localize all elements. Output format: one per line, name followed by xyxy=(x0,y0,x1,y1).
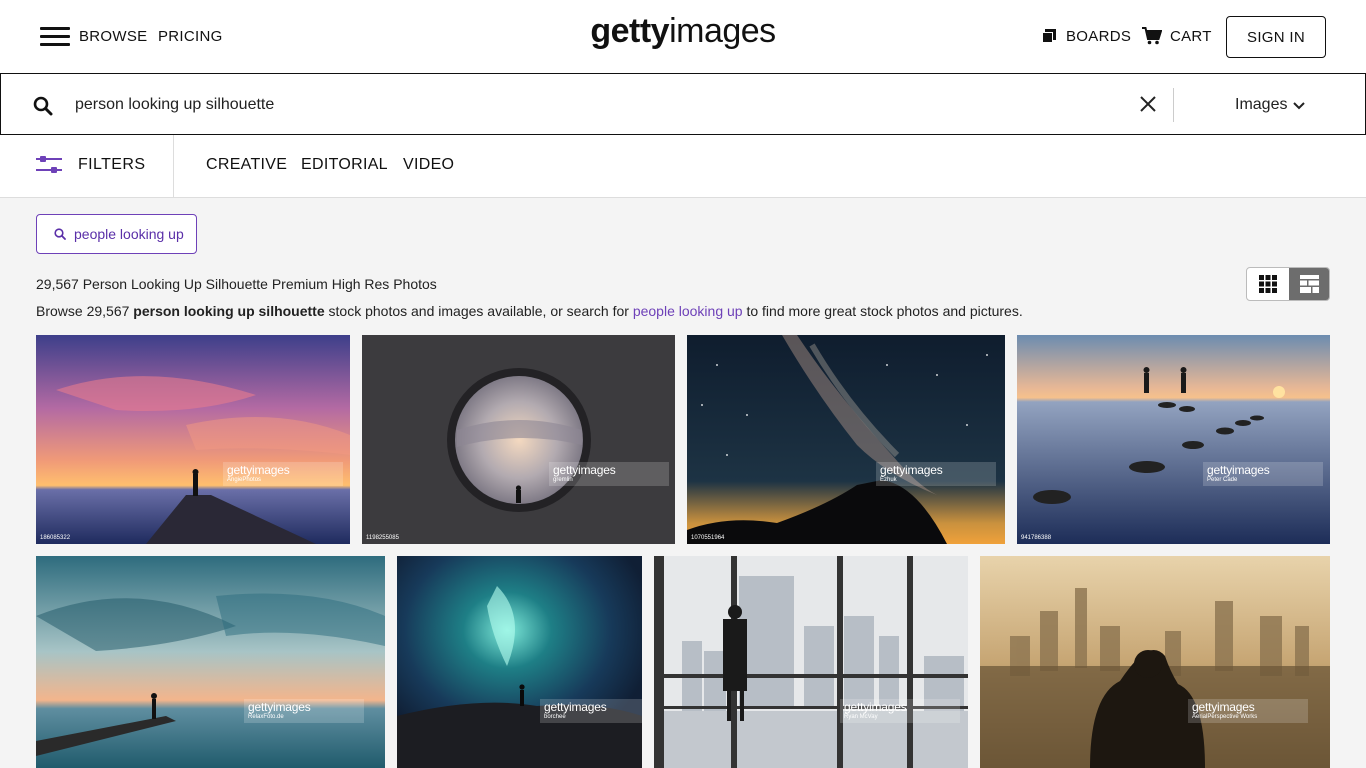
image-tile[interactable]: gettyimages AngiePhotos 186085322 xyxy=(36,335,350,544)
watermark-credit: RelaxFoto.de xyxy=(248,714,284,720)
sign-in-button[interactable]: SIGN IN xyxy=(1226,16,1326,58)
filters-sliders-icon[interactable] xyxy=(36,156,62,174)
boards-link[interactable]: BOARDS xyxy=(1066,28,1131,45)
watermark-credit: Ezhuk xyxy=(880,477,897,483)
mosaic-view-button[interactable] xyxy=(1289,268,1329,300)
chevron-down-icon[interactable] xyxy=(1293,102,1305,110)
watermark-brand: gettyimages xyxy=(1192,700,1255,714)
cart-link[interactable]: CART xyxy=(1170,28,1212,45)
search-bar: Images xyxy=(0,73,1366,135)
search-icon xyxy=(54,228,66,240)
watermark-credit: AngiePhotos xyxy=(227,477,262,483)
watermark-credit: Ryan McVay xyxy=(844,714,878,720)
watermark: gettyimages AngiePhotos xyxy=(223,462,343,486)
office-window-city-photo xyxy=(654,556,968,768)
tab-editorial[interactable]: EDITORIAL xyxy=(301,156,388,174)
top-header: BROWSE PRICING gettyimages BOARDS CART S… xyxy=(0,0,1366,73)
aurora-photo xyxy=(397,556,642,768)
desc-query: person looking up silhouette xyxy=(133,303,325,319)
image-tile[interactable]: gettyimages gremlin 1198255085 xyxy=(362,335,675,544)
results-description: Browse 29,567 person looking up silhouet… xyxy=(36,303,1023,319)
stepping-stones-photo xyxy=(1017,335,1330,544)
watermark-credit: gremlin xyxy=(553,477,573,483)
view-toggle xyxy=(1246,267,1330,301)
watermark: gettyimages Ezhuk xyxy=(876,462,996,486)
image-id: 941786388 xyxy=(1021,535,1052,541)
image-tile[interactable]: gettyimages Ezhuk 1070551964 xyxy=(687,335,1005,544)
cart-icon[interactable] xyxy=(1142,27,1162,45)
search-icon[interactable] xyxy=(33,96,53,116)
watermark-brand: gettyimages xyxy=(227,463,290,477)
watermark: gettyimages Ryan McVay xyxy=(840,699,960,723)
watermark: gettyimages RelaxFoto.de xyxy=(244,699,364,723)
related-search-chip[interactable]: people looking up xyxy=(36,214,197,254)
desc-prefix: Browse 29,567 xyxy=(36,303,134,319)
people-looking-up-link[interactable]: people looking up xyxy=(633,303,743,319)
image-id: 186085322 xyxy=(40,535,71,541)
watermark-credit: Peter Cade xyxy=(1207,477,1238,483)
media-type-select[interactable]: Images xyxy=(1235,96,1287,114)
image-tile[interactable]: gettyimages borchee xyxy=(397,556,642,768)
grid-view-icon xyxy=(1259,275,1277,293)
watermark: gettyimages gremlin xyxy=(549,462,669,486)
city-skyline-woman-photo xyxy=(980,556,1330,768)
desc-middle: stock photos and images available, or se… xyxy=(324,303,633,319)
watermark-credit: AerialPerspective Works xyxy=(1192,714,1258,720)
image-tile[interactable]: gettyimages RelaxFoto.de xyxy=(36,556,385,768)
sunset-jetty-photo xyxy=(36,335,350,544)
tab-creative[interactable]: CREATIVE xyxy=(206,156,287,174)
pier-sunset-photo xyxy=(36,556,385,768)
logo-bold-part: getty xyxy=(590,12,670,50)
circular-window-photo xyxy=(362,335,675,544)
milky-way-photo xyxy=(687,335,1005,544)
results-title: 29,567 Person Looking Up Silhouette Prem… xyxy=(36,276,437,292)
image-tile[interactable]: gettyimages Peter Cade 941786388 xyxy=(1017,335,1330,544)
boards-icon[interactable] xyxy=(1042,29,1058,44)
image-id: 1198255085 xyxy=(366,535,399,541)
desc-suffix: to find more great stock photos and pict… xyxy=(742,303,1023,319)
image-id: 1070551964 xyxy=(691,535,725,541)
image-tile[interactable]: gettyimages Ryan McVay xyxy=(654,556,968,768)
filter-row: FILTERS CREATIVE EDITORIAL VIDEO xyxy=(0,135,1366,198)
watermark-brand: gettyimages xyxy=(1207,463,1270,477)
watermark-credit: borchee xyxy=(544,714,566,720)
grid-view-button[interactable] xyxy=(1247,268,1289,300)
watermark-brand: gettyimages xyxy=(844,700,907,714)
watermark-brand: gettyimages xyxy=(544,700,607,714)
tab-video[interactable]: VIDEO xyxy=(403,156,454,174)
search-divider xyxy=(1173,88,1174,122)
watermark: gettyimages Peter Cade xyxy=(1203,462,1323,486)
logo-light-part: images xyxy=(669,12,776,50)
watermark-brand: gettyimages xyxy=(248,700,311,714)
watermark: gettyimages AerialPerspective Works xyxy=(1188,699,1308,723)
related-search-label: people looking up xyxy=(74,226,184,242)
clear-search-icon[interactable] xyxy=(1140,96,1156,112)
image-tile[interactable]: gettyimages AerialPerspective Works xyxy=(980,556,1330,768)
search-input[interactable] xyxy=(75,91,1115,119)
filter-divider xyxy=(173,135,174,197)
watermark-brand: gettyimages xyxy=(880,463,943,477)
watermark: gettyimages borchee xyxy=(540,699,642,723)
mosaic-view-icon xyxy=(1300,275,1319,293)
watermark-brand: gettyimages xyxy=(553,463,616,477)
filters-button[interactable]: FILTERS xyxy=(78,156,145,174)
